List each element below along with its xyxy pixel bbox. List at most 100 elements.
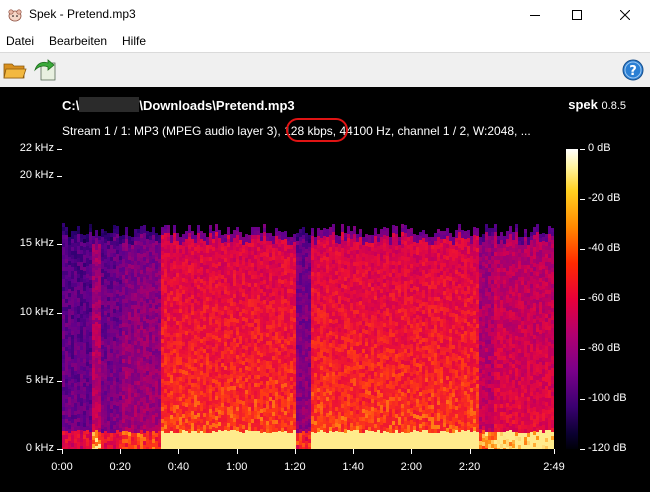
spectrogram-cell: [185, 267, 188, 271]
spectrogram-cell: [101, 425, 104, 429]
spectrogram-cell: [98, 376, 101, 380]
spectrogram-cell: [317, 332, 320, 336]
spectrogram-cell: [185, 275, 188, 279]
spectrogram-cell: [284, 419, 287, 423]
spectrogram-cell: [125, 251, 128, 255]
spectrogram-cell: [251, 355, 254, 359]
spectrogram-cell: [182, 298, 185, 302]
menu-datei[interactable]: Datei: [6, 34, 34, 48]
spectrogram-cell: [203, 237, 206, 241]
spectrogram-cell: [263, 344, 266, 348]
spectrogram-cell: [158, 335, 161, 339]
spectrogram-cell: [326, 433, 329, 437]
spectrogram-cell: [263, 324, 266, 328]
spectrogram-cell: [215, 252, 218, 256]
spectrogram-cell: [299, 409, 302, 413]
spectrogram-cell: [182, 290, 185, 294]
spectrogram-cell: [95, 294, 98, 298]
spectrogram-cell: [263, 448, 266, 449]
spectrogram-cell: [203, 281, 206, 285]
spectrogram-cell: [164, 425, 167, 429]
spectrogram-cell: [146, 355, 149, 359]
spectrogram-cell: [152, 263, 155, 267]
spectrogram-cell: [281, 356, 284, 360]
spectrogram-cell: [224, 446, 227, 449]
spectrogram-cell: [77, 290, 80, 294]
spectrogram-cell: [143, 353, 146, 357]
spectrogram-cell: [227, 331, 230, 335]
menu-hilfe[interactable]: Hilfe: [122, 34, 146, 48]
spectrogram-cell: [161, 427, 164, 431]
spectrogram-cell: [122, 339, 125, 343]
minimize-button[interactable]: [512, 0, 558, 30]
spectrogram-cell: [155, 313, 158, 317]
spectrogram-cell: [89, 372, 92, 376]
spectrogram-cell: [194, 283, 197, 287]
spectrogram-cell: [272, 360, 275, 364]
spectrogram-cell: [302, 243, 305, 247]
spectrogram-cell: [260, 237, 263, 241]
spectrogram-cell: [260, 265, 263, 269]
spectrogram-cell: [191, 383, 194, 387]
spectrogram-cell: [173, 297, 176, 301]
spectrogram-cell: [266, 241, 269, 245]
spectrogram-cell: [200, 323, 203, 327]
spectrogram-cell: [161, 431, 164, 435]
title-bar[interactable]: Spek - Pretend.mp3: [0, 0, 650, 30]
spectrogram-cell: [110, 385, 113, 389]
spectrogram-cell: [62, 323, 65, 327]
spectrogram-cell: [218, 386, 221, 390]
spectrogram-cell: [332, 260, 335, 264]
spectrogram-cell: [251, 403, 254, 407]
spectrogram-cell: [116, 262, 119, 266]
spectrogram-cell: [65, 251, 68, 255]
spectrogram-cell: [191, 367, 194, 371]
spectrogram-cell: [269, 309, 272, 313]
maximize-button[interactable]: [554, 0, 600, 30]
spectrogram-cell: [305, 249, 308, 253]
spectrogram-cell: [62, 351, 65, 355]
spectrogram-cell: [251, 271, 254, 275]
spectrogram-cell: [218, 374, 221, 378]
spectrogram-cell: [203, 265, 206, 269]
spectrogram-cell: [323, 416, 326, 420]
spectrogram-cell: [92, 276, 95, 280]
spectrogram-cell: [191, 379, 194, 383]
spectrogram-cell: [140, 438, 143, 442]
spectrogram-cell: [143, 229, 146, 233]
open-file-button[interactable]: [2, 57, 28, 83]
spectrogram-cell: [206, 281, 209, 285]
spectrogram-cell: [179, 289, 182, 293]
spectrogram-cell: [158, 315, 161, 319]
spectrogram-cell: [251, 319, 254, 323]
spectrogram-cell: [281, 320, 284, 324]
spectrogram-cell: [74, 295, 77, 299]
spectrogram-cell: [269, 245, 272, 249]
close-button[interactable]: [602, 0, 648, 30]
spectrogram-cell: [131, 357, 134, 361]
spectrogram-cell: [254, 275, 257, 279]
spectrogram-cell: [131, 409, 134, 413]
spectrogram-cell: [173, 413, 176, 417]
spectrogram-cell: [137, 437, 140, 441]
spectrogram-cell: [284, 331, 287, 335]
spectrogram-cell: [101, 349, 104, 353]
spectrogram-cell: [320, 274, 323, 278]
spectrogram-cell: [116, 366, 119, 370]
spectrogram-cell: [200, 263, 203, 267]
spectrogram-cell: [293, 250, 296, 254]
help-button[interactable]: ?: [620, 57, 646, 83]
spectrogram-cell: [266, 249, 269, 253]
spectrogram-cell: [284, 279, 287, 283]
menu-bearbeiten[interactable]: Bearbeiten: [49, 34, 107, 48]
spectrogram-cell: [326, 365, 329, 369]
spectrogram-cell: [182, 394, 185, 398]
spectrogram-cell: [185, 383, 188, 387]
spectrogram-cell: [149, 248, 152, 252]
spectrogram-cell: [146, 443, 149, 447]
spectrogram-cell: [101, 385, 104, 389]
spectrogram-cell: [275, 372, 278, 376]
save-image-button[interactable]: [33, 57, 59, 83]
spectrogram-cell: [275, 244, 278, 248]
spectrogram-cell: [257, 379, 260, 383]
